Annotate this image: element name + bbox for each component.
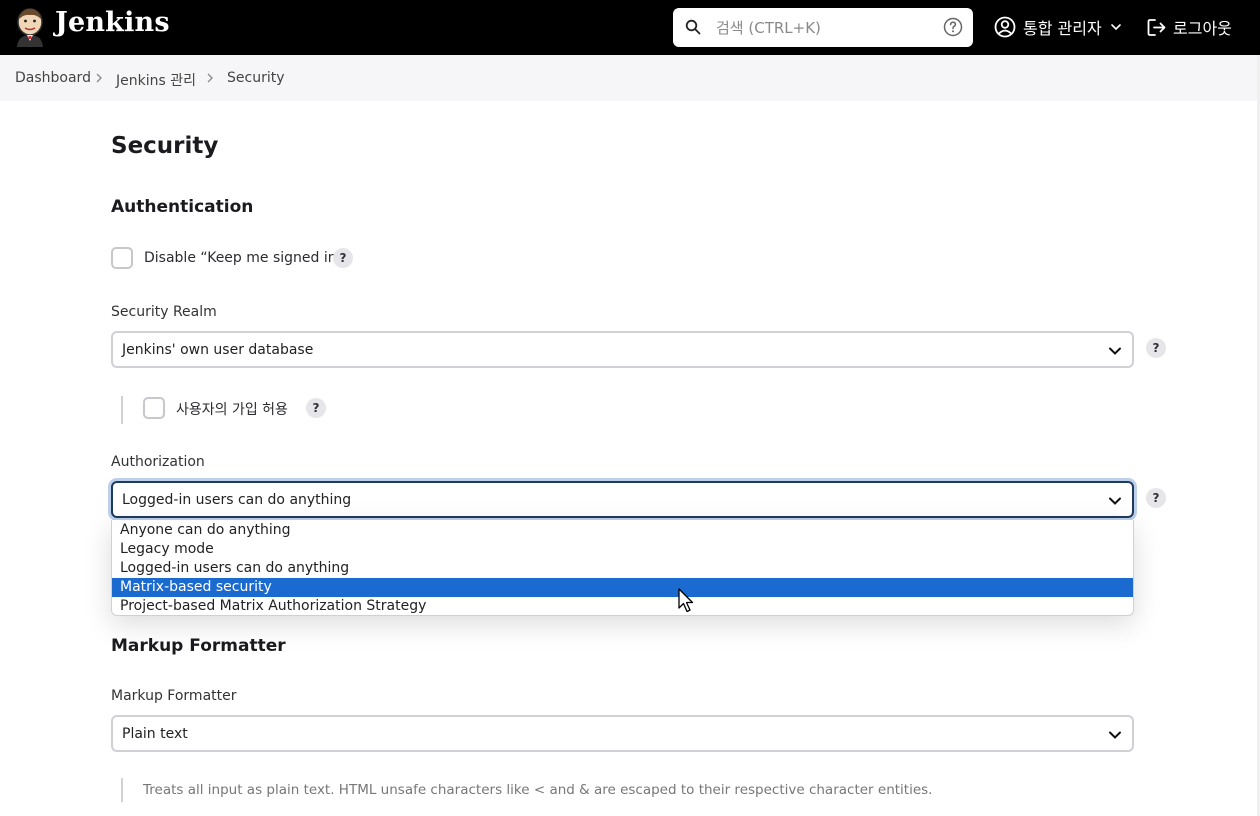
nested-options-indent — [121, 396, 123, 424]
disable-keep-signed-in-label[interactable]: Disable “Keep me signed in” — [144, 250, 343, 266]
dropdown-option[interactable]: Anyone can do anything — [112, 521, 1133, 540]
mouse-cursor-icon — [678, 588, 694, 613]
chevron-right-icon — [96, 73, 102, 83]
disable-keep-signed-in-checkbox[interactable] — [111, 247, 133, 269]
logout-label: 로그아웃 — [1173, 19, 1232, 38]
jenkins-logo-icon[interactable] — [14, 7, 46, 47]
authorization-label: Authorization — [111, 454, 205, 470]
breadcrumb: Dashboard Jenkins 관리 Security — [0, 55, 1260, 101]
search-help-icon[interactable] — [943, 17, 963, 37]
chevron-down-icon — [1109, 731, 1121, 739]
dropdown-option-highlighted[interactable]: Matrix-based security — [112, 578, 1133, 597]
search-box[interactable] — [673, 8, 973, 47]
dropdown-option[interactable]: Logged-in users can do anything — [112, 559, 1133, 578]
security-realm-value: Jenkins' own user database — [122, 342, 314, 358]
authentication-heading: Authentication — [111, 197, 254, 217]
dropdown-option[interactable]: Project-based Matrix Authorization Strat… — [112, 597, 1133, 616]
markup-formatter-description: Treats all input as plain text. HTML uns… — [143, 782, 933, 798]
logout-icon — [1147, 18, 1166, 36]
search-icon — [685, 19, 701, 35]
authorization-value: Logged-in users can do anything — [122, 492, 352, 508]
allow-signup-label[interactable]: 사용자의 가입 허용 — [176, 399, 288, 419]
chevron-down-icon — [1109, 497, 1121, 505]
breadcrumb-item-dashboard[interactable]: Dashboard — [15, 70, 91, 86]
chevron-right-icon — [207, 73, 213, 83]
markup-formatter-value: Plain text — [122, 726, 188, 742]
authorization-dropdown-list: Anyone can do anything Legacy mode Logge… — [111, 520, 1134, 616]
chevron-down-icon — [1109, 347, 1121, 355]
security-realm-label: Security Realm — [111, 304, 217, 320]
help-icon[interactable]: ? — [1146, 338, 1166, 358]
breadcrumb-item-manage-jenkins[interactable]: Jenkins 관리 — [116, 70, 196, 90]
help-icon[interactable]: ? — [1146, 488, 1166, 508]
markup-formatter-select[interactable]: Plain text — [111, 715, 1134, 752]
help-icon[interactable]: ? — [306, 398, 326, 418]
app-name[interactable]: Jenkins — [55, 7, 170, 38]
help-icon[interactable]: ? — [333, 248, 353, 268]
breadcrumb-item-security[interactable]: Security — [227, 70, 285, 86]
user-name: 통합 관리자 — [1023, 19, 1102, 38]
security-realm-select[interactable]: Jenkins' own user database — [111, 331, 1134, 368]
dropdown-option[interactable]: Legacy mode — [112, 540, 1133, 559]
authorization-select[interactable]: Logged-in users can do anything — [111, 481, 1134, 518]
page-title: Security — [111, 133, 219, 159]
top-navigation-bar: Jenkins 통합 관리자 로그아웃 — [0, 0, 1260, 55]
logout-button[interactable]: 로그아웃 — [1146, 15, 1232, 39]
allow-signup-checkbox[interactable] — [143, 397, 165, 419]
description-indent — [121, 778, 123, 802]
markup-formatter-label: Markup Formatter — [111, 688, 237, 704]
chevron-down-icon — [1110, 24, 1121, 31]
markup-formatter-heading: Markup Formatter — [111, 636, 286, 656]
user-avatar-icon — [994, 16, 1016, 38]
search-input[interactable] — [716, 10, 936, 45]
user-menu-button[interactable]: 통합 관리자 — [994, 15, 1122, 39]
